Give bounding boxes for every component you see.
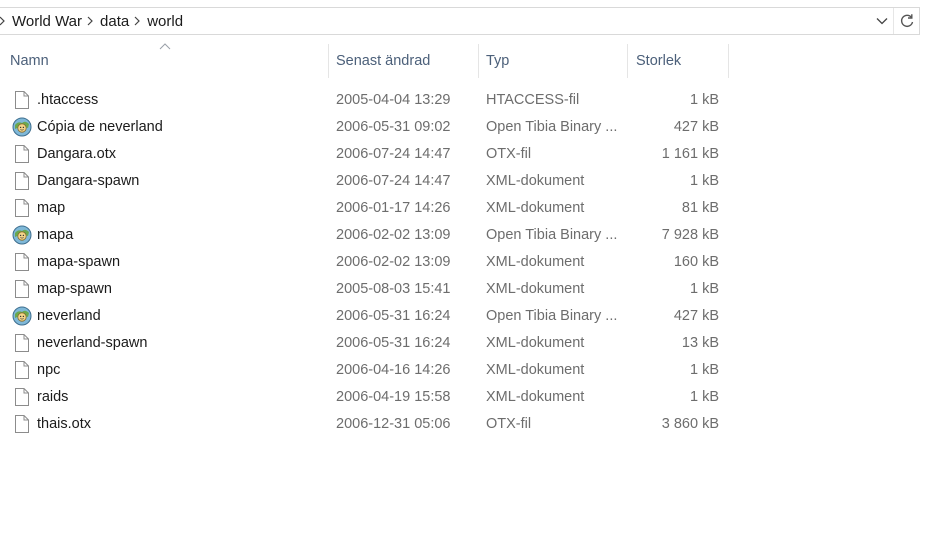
chevron-right-icon[interactable] <box>133 16 141 26</box>
file-name[interactable]: mapa <box>37 221 73 248</box>
file-type: XML-dokument <box>486 199 585 216</box>
column-headers: Namn Senast ändrad Typ Storlek <box>0 43 730 78</box>
file-size: 81 kB <box>681 199 719 216</box>
file-date: 2006-04-16 14:26 <box>336 361 451 378</box>
chevron-right-icon[interactable] <box>0 16 6 26</box>
file-type: XML-dokument <box>486 172 585 189</box>
file-name[interactable]: mapa-spawn <box>37 248 120 275</box>
file-type: XML-dokument <box>486 280 585 297</box>
file-type: OTX-fil <box>486 415 532 432</box>
file-size: 7 928 kB <box>661 226 719 243</box>
file-size: 160 kB <box>673 253 719 270</box>
file-date: 2006-02-02 13:09 <box>336 253 451 270</box>
file-name[interactable]: Cópia de neverland <box>37 113 163 140</box>
column-header-name[interactable]: Namn <box>0 44 329 78</box>
address-bar[interactable]: World War data world <box>0 7 920 35</box>
file-type: XML-dokument <box>486 253 585 270</box>
file-type: HTACCESS-fil <box>486 91 580 108</box>
file-type: Open Tibia Binary ... <box>486 307 618 324</box>
breadcrumb-item-data[interactable]: data <box>100 13 129 30</box>
column-header-name-label: Namn <box>10 53 49 69</box>
file-type: Open Tibia Binary ... <box>486 226 618 243</box>
otbm-icon <box>12 302 32 329</box>
file-type: OTX-fil <box>486 145 532 162</box>
breadcrumb-item-world-war[interactable]: World War <box>12 13 82 30</box>
file-name[interactable]: thais.otx <box>37 410 91 437</box>
file-row[interactable]: neverland 2006-05-31 16:24 Open Tibia Bina… <box>0 302 730 329</box>
file-date: 2006-07-24 14:47 <box>336 172 451 189</box>
file-icon <box>12 410 32 437</box>
file-size: 427 kB <box>673 118 719 135</box>
file-icon <box>12 329 32 356</box>
file-size: 1 kB <box>689 280 719 297</box>
file-size: 1 kB <box>689 361 719 378</box>
column-header-type[interactable]: Typ <box>479 44 628 78</box>
file-date: 2006-07-24 14:47 <box>336 145 451 162</box>
file-icon <box>12 194 32 221</box>
file-type: Open Tibia Binary ... <box>486 118 618 135</box>
file-date: 2005-04-04 13:29 <box>336 91 451 108</box>
file-name[interactable]: map <box>37 194 65 221</box>
otbm-icon <box>12 113 32 140</box>
file-name[interactable]: raids <box>37 383 68 410</box>
file-icon <box>12 275 32 302</box>
file-type: XML-dokument <box>486 361 585 378</box>
file-name[interactable]: map-spawn <box>37 275 112 302</box>
column-header-date[interactable]: Senast ändrad <box>329 44 479 78</box>
file-icon <box>12 383 32 410</box>
column-header-date-label: Senast ändrad <box>336 53 431 69</box>
file-row[interactable]: mapa-spawn 2006-02-02 13:09 XML-dokument 16… <box>0 248 730 275</box>
file-size: 3 860 kB <box>661 415 719 432</box>
file-date: 2006-12-31 05:06 <box>336 415 451 432</box>
file-row[interactable]: neverland-spawn 2006-05-31 16:24 XML-dokum… <box>0 329 730 356</box>
breadcrumb-item-world[interactable]: world <box>147 13 183 30</box>
file-type: XML-dokument <box>486 334 585 351</box>
file-date: 2006-05-31 16:24 <box>336 334 451 351</box>
refresh-icon[interactable] <box>893 8 920 34</box>
file-size: 13 kB <box>681 334 719 351</box>
file-name[interactable]: Dangara.otx <box>37 140 116 167</box>
file-name[interactable]: npc <box>37 356 60 383</box>
file-date: 2005-08-03 15:41 <box>336 280 451 297</box>
file-date: 2006-02-02 13:09 <box>336 226 451 243</box>
breadcrumb: World War data world <box>0 8 183 34</box>
file-row[interactable]: map-spawn 2005-08-03 15:41 XML-dokument 1 k… <box>0 275 730 302</box>
file-row[interactable]: mapa 2006-02-02 13:09 Open Tibia Binary ..… <box>0 221 730 248</box>
file-row[interactable]: raids 2006-04-19 15:58 XML-dokument 1 kB <box>0 383 730 410</box>
file-icon <box>12 248 32 275</box>
file-row[interactable]: .htaccess 2005-04-04 13:29 HTACCESS-fil 1 k… <box>0 86 730 113</box>
file-date: 2006-04-19 15:58 <box>336 388 451 405</box>
file-row[interactable]: npc 2006-04-16 14:26 XML-dokument 1 kB <box>0 356 730 383</box>
file-row[interactable]: thais.otx 2006-12-31 05:06 OTX-fil 3 860 kB <box>0 410 730 437</box>
file-size: 1 kB <box>689 91 719 108</box>
file-list: .htaccess 2005-04-04 13:29 HTACCESS-fil 1 k… <box>0 86 730 437</box>
file-name[interactable]: Dangara-spawn <box>37 167 139 194</box>
file-size: 1 kB <box>689 172 719 189</box>
file-icon <box>12 167 32 194</box>
file-row[interactable]: Dangara.otx 2006-07-24 14:47 OTX-fil 1 161 … <box>0 140 730 167</box>
file-icon <box>12 86 32 113</box>
file-row[interactable]: map 2006-01-17 14:26 XML-dokument 81 kB <box>0 194 730 221</box>
file-date: 2006-05-31 09:02 <box>336 118 451 135</box>
file-type: XML-dokument <box>486 388 585 405</box>
column-header-type-label: Typ <box>486 53 510 69</box>
file-row[interactable]: Dangara-spawn 2006-07-24 14:47 XML-dokumen… <box>0 167 730 194</box>
file-size: 1 161 kB <box>661 145 719 162</box>
file-icon <box>12 356 32 383</box>
chevron-down-icon[interactable] <box>874 13 890 29</box>
column-header-size[interactable]: Storlek <box>628 44 729 78</box>
file-icon <box>12 140 32 167</box>
file-size: 427 kB <box>673 307 719 324</box>
file-date: 2006-05-31 16:24 <box>336 307 451 324</box>
file-name[interactable]: .htaccess <box>37 86 98 113</box>
file-row[interactable]: Cópia de neverland 2006-05-31 09:02 Open T… <box>0 113 730 140</box>
column-header-size-label: Storlek <box>636 53 682 69</box>
file-date: 2006-01-17 14:26 <box>336 199 451 216</box>
file-name[interactable]: neverland-spawn <box>37 329 147 356</box>
chevron-right-icon[interactable] <box>86 16 94 26</box>
file-size: 1 kB <box>689 388 719 405</box>
otbm-icon <box>12 221 32 248</box>
file-name[interactable]: neverland <box>37 302 101 329</box>
